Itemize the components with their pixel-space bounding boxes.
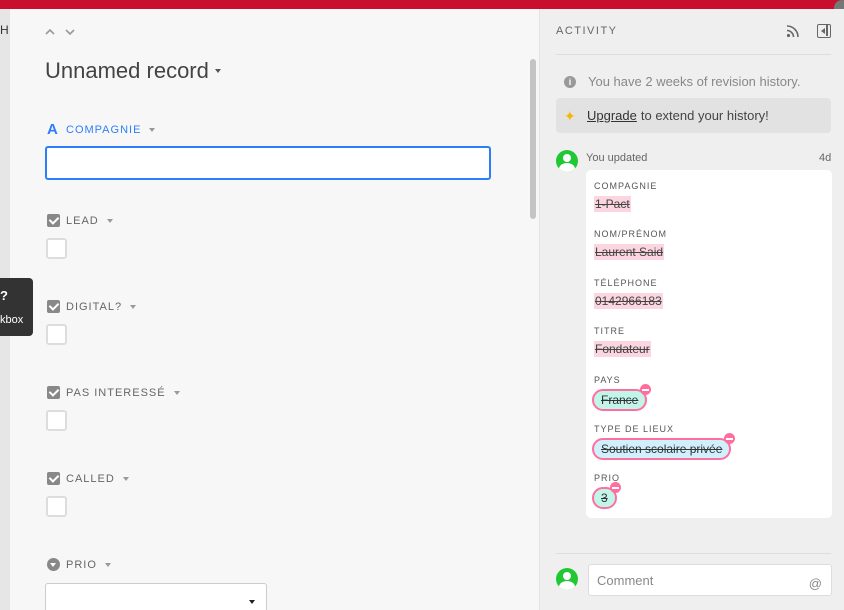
called-checkbox[interactable] bbox=[46, 496, 67, 517]
digital-checkbox[interactable] bbox=[46, 324, 67, 345]
removed-icon bbox=[609, 482, 621, 493]
checkbox-field-icon bbox=[47, 300, 60, 313]
pas-interesse-checkbox[interactable] bbox=[46, 410, 67, 431]
text-field-icon: A bbox=[47, 121, 59, 138]
caret-down-icon bbox=[130, 304, 137, 309]
collapse-panel-icon[interactable] bbox=[817, 24, 831, 38]
removed-icon bbox=[640, 384, 652, 395]
change-label: TYPE DE LIEUX bbox=[594, 424, 675, 434]
field-label-text: DIGITAL? bbox=[66, 300, 123, 313]
caret-down-icon bbox=[173, 390, 180, 395]
upgrade-link[interactable]: Upgrade bbox=[587, 108, 637, 123]
change-old-value: 0142966183 bbox=[594, 293, 663, 309]
change-old-pill: Soutien scolaire privée bbox=[592, 433, 736, 460]
field-label-text: CALLED bbox=[66, 472, 115, 485]
update-timestamp: 4d bbox=[819, 152, 832, 164]
prio-select[interactable] bbox=[45, 583, 267, 610]
checkbox-field-icon bbox=[47, 214, 60, 227]
change-old-value: Fondateur bbox=[594, 341, 651, 357]
change-old-value: Soutien scolaire privée bbox=[601, 442, 723, 456]
caret-down-icon bbox=[149, 127, 156, 132]
revision-info: i You have 2 weeks of revision history. bbox=[564, 74, 800, 89]
record-pane: Unnamed record A COMPAGNIE LEAD DIGITAL? bbox=[10, 9, 539, 610]
update-author: You updated bbox=[586, 152, 648, 164]
field-label-pas-interesse[interactable]: PAS INTERESSÉ bbox=[47, 386, 180, 399]
background-topbar bbox=[0, 0, 844, 9]
change-label: COMPAGNIE bbox=[594, 181, 658, 191]
change-label: TÉLÉPHONE bbox=[594, 278, 658, 288]
compagnie-input[interactable] bbox=[45, 146, 491, 180]
field-label-text: PAS INTERESSÉ bbox=[66, 386, 166, 399]
change-old-pill: France bbox=[592, 384, 652, 411]
field-label-compagnie[interactable]: A COMPAGNIE bbox=[47, 121, 156, 138]
select-caret-icon bbox=[249, 600, 255, 604]
tooltip: ? kbox bbox=[0, 278, 33, 336]
field-label-text: COMPAGNIE bbox=[66, 123, 142, 136]
upgrade-banner: ✦ Upgrade to extend your history! bbox=[556, 98, 831, 133]
field-label-lead[interactable]: LEAD bbox=[47, 214, 113, 227]
change-old-value: 3 bbox=[601, 491, 608, 505]
field-label-prio[interactable]: PRIO bbox=[47, 558, 111, 571]
record-title[interactable]: Unnamed record bbox=[45, 58, 221, 84]
comment-placeholder: Comment bbox=[597, 573, 654, 588]
caret-down-icon bbox=[214, 69, 221, 73]
comment-input[interactable]: Comment @ bbox=[588, 564, 832, 596]
divider bbox=[556, 54, 831, 55]
checkbox-field-icon bbox=[47, 386, 60, 399]
record-title-text: Unnamed record bbox=[45, 58, 209, 83]
field-label-digital[interactable]: DIGITAL? bbox=[47, 300, 137, 313]
rss-icon[interactable] bbox=[786, 24, 800, 38]
caret-down-icon bbox=[122, 476, 129, 481]
change-old-value: 1-Pact bbox=[594, 196, 631, 212]
record-navigation bbox=[44, 25, 76, 37]
tooltip-text: kbox bbox=[0, 314, 24, 326]
change-label: TITRE bbox=[594, 326, 625, 336]
removed-icon bbox=[724, 433, 736, 444]
info-icon: i bbox=[564, 75, 576, 88]
change-label: PAYS bbox=[594, 375, 621, 385]
avatar bbox=[556, 150, 578, 172]
tooltip-title: ? bbox=[0, 288, 8, 303]
mention-icon[interactable]: @ bbox=[809, 576, 822, 591]
scrollbar[interactable] bbox=[530, 59, 536, 219]
change-old-value: Laurent Said bbox=[594, 244, 665, 260]
revision-info-text: You have 2 weeks of revision history. bbox=[588, 74, 801, 89]
change-card: COMPAGNIE 1-Pact NOM/PRÉNOM Laurent Said… bbox=[586, 170, 832, 518]
divider bbox=[556, 553, 831, 554]
avatar bbox=[556, 568, 578, 590]
activity-panel: ACTIVITY i You have 2 weeks of revision … bbox=[539, 9, 844, 610]
activity-title: ACTIVITY bbox=[556, 25, 618, 37]
field-label-text: LEAD bbox=[66, 214, 99, 227]
sparkle-icon: ✦ bbox=[564, 107, 576, 124]
field-label-called[interactable]: CALLED bbox=[47, 472, 129, 485]
caret-down-icon bbox=[106, 218, 113, 223]
change-old-value: France bbox=[601, 393, 639, 407]
record-modal: Unnamed record A COMPAGNIE LEAD DIGITAL? bbox=[10, 9, 844, 610]
grid-header: H bbox=[0, 23, 9, 37]
upgrade-text: to extend your history! bbox=[640, 108, 769, 123]
chevron-down-icon[interactable] bbox=[64, 25, 76, 37]
lead-checkbox[interactable] bbox=[46, 238, 67, 259]
checkbox-field-icon bbox=[47, 472, 60, 485]
select-field-icon bbox=[47, 558, 60, 571]
change-label: NOM/PRÉNOM bbox=[594, 229, 667, 239]
caret-down-icon bbox=[104, 562, 111, 567]
change-old-pill: 3 bbox=[592, 482, 621, 509]
field-label-text: PRIO bbox=[66, 558, 97, 571]
chevron-up-icon[interactable] bbox=[44, 25, 56, 37]
